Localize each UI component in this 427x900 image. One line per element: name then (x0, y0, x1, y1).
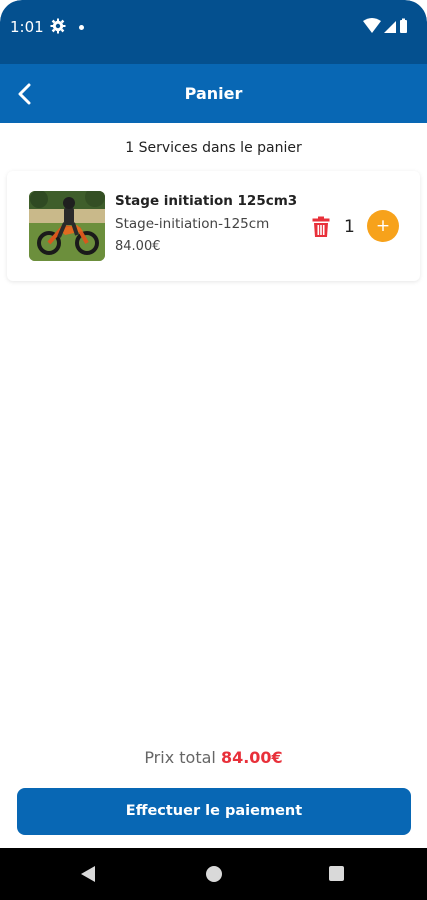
pay-button[interactable]: Effectuer le paiement (17, 788, 411, 835)
page-title: Panier (184, 84, 243, 103)
cart-count-text: 1 Services dans le panier (125, 140, 302, 156)
item-reference: Stage-initiation-125cm (115, 216, 270, 232)
item-thumbnail (29, 191, 105, 261)
total-price-row: Prix total 84.00€ (0, 748, 427, 767)
cart-item-card: Stage initiation 125cm3 Stage-initiation… (7, 171, 420, 281)
trash-icon (312, 216, 330, 237)
status-bar: 1:01 (0, 0, 427, 64)
nav-home-icon[interactable] (206, 866, 222, 882)
nav-recents-icon[interactable] (329, 866, 344, 881)
item-name: Stage initiation 125cm3 (115, 193, 298, 209)
cell-signal-icon (384, 21, 396, 33)
battery-icon (400, 20, 407, 33)
item-quantity: 1 (344, 217, 355, 237)
total-label: Prix total (144, 748, 216, 767)
delete-item-button[interactable] (310, 215, 332, 239)
total-value: 84.00€ (220, 748, 283, 767)
app-bar: Panier (0, 64, 427, 123)
wifi-icon (363, 18, 381, 33)
nav-back-icon[interactable] (80, 865, 96, 883)
notification-dot-icon (79, 25, 84, 30)
system-nav-bar (0, 848, 427, 900)
item-price: 84.00€ (115, 239, 161, 254)
motocross-rider-photo (29, 191, 105, 261)
status-time: 1:01 (10, 18, 44, 36)
increase-quantity-button[interactable]: + (367, 210, 399, 242)
cart-screen: 1:01 Panier 1 Services dans le panier St… (0, 0, 427, 900)
gear-icon (50, 18, 66, 34)
status-icons (363, 18, 407, 33)
